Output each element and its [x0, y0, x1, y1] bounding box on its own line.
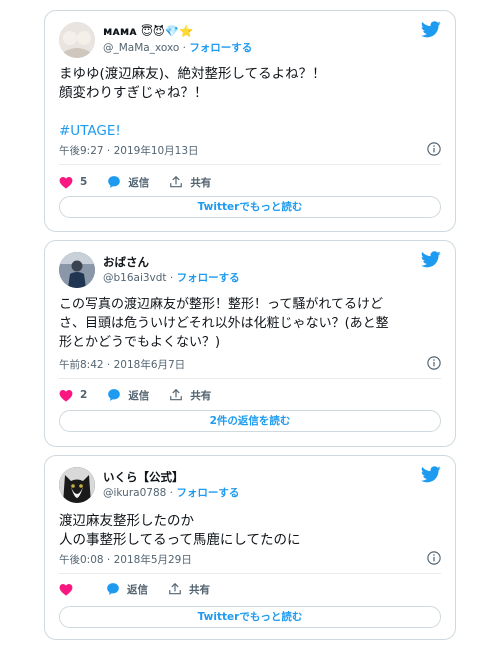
- share-label: 共有: [189, 583, 210, 596]
- twitter-bird-icon[interactable]: [421, 21, 441, 38]
- user-name[interactable]: いくら【公式】: [103, 469, 184, 485]
- read-more-button[interactable]: Twitterでもっと読む: [59, 196, 441, 218]
- tweet-text: まゆゆ(渡辺麻友)、絶対整形してるよね？！ 顔変わりすぎじゃね？！ #UTAGE!: [59, 66, 326, 139]
- reply-bubble-icon: [107, 583, 119, 595]
- share-label: 共有: [190, 389, 212, 402]
- share-icon: [169, 582, 181, 595]
- user-handle[interactable]: @_MaMa_xoxo: [103, 42, 179, 54]
- share-icon: [170, 175, 183, 188]
- divider: [59, 573, 441, 574]
- avatar-image: [59, 252, 95, 288]
- twitter-bird-icon[interactable]: [421, 466, 441, 483]
- reply-button[interactable]: 返信: [107, 175, 149, 190]
- avatar[interactable]: [59, 22, 95, 58]
- like-button[interactable]: [59, 583, 80, 596]
- user-name[interactable]: おばさん: [103, 254, 149, 270]
- read-replies-button[interactable]: 2件の返信を読む: [59, 410, 441, 432]
- like-button[interactable]: 2: [59, 389, 87, 402]
- tweet-text: この写真の渡辺麻友が整形！整形！って騒がれてるけど さ、目頭は危ういけどそれ以外…: [59, 297, 389, 350]
- info-icon[interactable]: [427, 356, 441, 370]
- share-button[interactable]: 共有: [169, 175, 211, 190]
- divider: [59, 164, 441, 165]
- avatar[interactable]: [59, 467, 95, 503]
- avatar[interactable]: [59, 252, 95, 288]
- user-handle[interactable]: @ikura0788: [103, 487, 166, 499]
- reply-label: 返信: [128, 176, 150, 189]
- follow-link[interactable]: フォローする: [189, 42, 252, 54]
- action-bar: 返信 共有: [59, 580, 441, 598]
- user-handle[interactable]: @b16ai3vdt: [103, 272, 167, 284]
- divider: [59, 378, 441, 379]
- tweet-timestamp[interactable]: 午前8:42 · 2018年6月7日: [59, 357, 185, 372]
- hashtag-link[interactable]: #UTAGE!: [59, 123, 121, 139]
- reply-button[interactable]: 返信: [107, 388, 149, 403]
- user-name[interactable]: ᴍᴀᴍᴀ 😇😈💎⭐: [103, 24, 193, 38]
- heart-icon: [59, 389, 73, 402]
- reply-bubble-icon: [108, 389, 121, 401]
- avatar-image: [59, 22, 95, 58]
- like-count: 5: [80, 176, 88, 188]
- tweet-card: ᴍᴀᴍᴀ 😇😈💎⭐ @_MaMa_xoxo · フォローする まゆゆ(渡辺麻友)…: [44, 10, 456, 232]
- reply-label: 返信: [127, 583, 148, 596]
- handle-line: @ikura0788 · フォローする: [103, 487, 240, 499]
- reply-bubble-icon: [108, 176, 121, 188]
- tweet-text: 渡辺麻友整形したのか 人の事整形してるって馬鹿にしてたのに: [59, 513, 301, 548]
- follow-link[interactable]: フォローする: [176, 487, 239, 499]
- reply-label: 返信: [128, 389, 150, 402]
- reply-button[interactable]: 返信: [106, 582, 148, 597]
- tweet-timestamp[interactable]: 午後9:27 · 2019年10月13日: [59, 143, 199, 158]
- avatar-image: [59, 467, 95, 503]
- tweet-card: いくら【公式】 @ikura0788 · フォローする 渡辺麻友整形したのか 人…: [44, 455, 456, 640]
- like-count: 2: [80, 389, 88, 401]
- heart-icon: [59, 583, 73, 596]
- share-button[interactable]: 共有: [169, 388, 211, 403]
- follow-link[interactable]: フォローする: [177, 272, 240, 284]
- tweet-card: おばさん @b16ai3vdt · フォローする この写真の渡辺麻友が整形！整形…: [44, 240, 456, 447]
- handle-line: @_MaMa_xoxo · フォローする: [103, 42, 253, 54]
- twitter-bird-icon[interactable]: [421, 251, 441, 268]
- heart-icon: [59, 176, 73, 189]
- share-icon: [170, 388, 183, 401]
- name-emoji: 😇😈💎⭐: [140, 24, 194, 38]
- share-button[interactable]: 共有: [168, 582, 210, 597]
- read-more-button[interactable]: Twitterでもっと読む: [59, 606, 441, 628]
- action-bar: 5 返信 共有: [59, 173, 441, 191]
- like-button[interactable]: 5: [59, 176, 87, 189]
- handle-line: @b16ai3vdt · フォローする: [103, 272, 240, 284]
- action-bar: 2 返信 共有: [59, 386, 441, 404]
- tweet-timestamp[interactable]: 午後0:08 · 2018年5月29日: [59, 552, 192, 567]
- share-label: 共有: [190, 176, 212, 189]
- info-icon[interactable]: [427, 551, 441, 565]
- info-icon[interactable]: [427, 142, 441, 156]
